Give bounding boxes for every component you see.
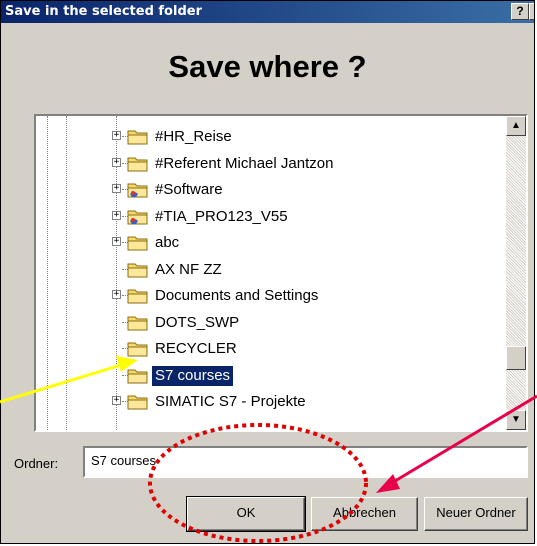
folder-icon (127, 395, 148, 410)
expand-icon[interactable]: + (112, 131, 121, 140)
tree-item-label: Documents and Settings (155, 287, 319, 304)
tree-item-label: #HR_Reise (155, 128, 232, 145)
folder-icon (127, 157, 148, 171)
tree-item[interactable]: AX NF ZZ (36, 257, 516, 283)
tree-item-label: SIMATIC S7 - Projekte (155, 393, 306, 410)
close-button[interactable]: X (529, 3, 534, 20)
folder-icon (127, 263, 148, 277)
tree-item-label: #Referent Michael Jantzon (155, 154, 334, 172)
ordner-label: Ordner: (14, 456, 59, 471)
help-button[interactable]: ? (511, 3, 529, 20)
ok-button[interactable]: OK (186, 496, 306, 532)
shared-folder-icon (127, 210, 148, 224)
expand-icon[interactable]: + (112, 290, 121, 299)
cancel-button[interactable]: Abbrechen (311, 497, 418, 531)
tree-item[interactable]: DOTS_SWP (36, 310, 516, 336)
tree-item-label: abc (155, 234, 180, 251)
arrow-up-icon: ▲ (511, 120, 521, 131)
scroll-thumb[interactable] (506, 346, 526, 370)
shared-folder-icon (127, 183, 148, 198)
tree-item[interactable]: + abc (36, 230, 516, 256)
tree-item-label: DOTS_SWP (155, 313, 240, 331)
save-dialog: Save in the selected folder ? X Save whe… (0, 0, 535, 544)
expand-icon[interactable]: + (112, 237, 121, 246)
arrow-down-icon: ▼ (511, 414, 521, 425)
folder-icon (127, 342, 148, 357)
tree-item-label: AX NF ZZ (155, 260, 222, 278)
tree-item[interactable]: + Documents and Settings (36, 283, 516, 309)
folder-icon (127, 130, 148, 145)
tree-item[interactable]: + #TIA_PRO123_V55 (36, 204, 516, 230)
scroll-down-button[interactable]: ▼ (506, 410, 526, 430)
folder-tree[interactable]: + #HR_Reise + #Referent Michael Jantzon + #So… (34, 114, 528, 432)
folder-icon (127, 289, 148, 304)
expand-icon[interactable]: + (112, 210, 121, 220)
tree-item[interactable]: + #Referent Michael Jantzon (36, 151, 516, 177)
ordner-input[interactable]: S7 courses (83, 446, 528, 478)
tree-item[interactable]: S7 courses (36, 363, 516, 389)
scroll-up-button[interactable]: ▲ (506, 116, 526, 136)
folder-icon (127, 369, 148, 383)
tree-item[interactable]: + SIMATIC S7 - Projekte (36, 389, 516, 415)
folder-icon (127, 236, 148, 251)
dialog-title: Save in the selected folder (5, 4, 202, 19)
tree-item-label: #TIA_PRO123_V55 (155, 207, 288, 225)
expand-icon[interactable]: + (112, 184, 121, 193)
tree-item[interactable]: + #Software (36, 177, 516, 203)
tree-item[interactable]: RECYCLER (36, 336, 516, 362)
vertical-scrollbar[interactable]: ▲ ▼ (506, 116, 526, 430)
dialog-heading: Save where ? (168, 49, 367, 84)
expand-icon[interactable]: + (112, 396, 121, 405)
new-folder-button[interactable]: Neuer Ordner (424, 497, 528, 531)
tree-item-label-selected: S7 courses (150, 364, 235, 387)
expand-icon[interactable]: + (112, 157, 121, 167)
folder-icon (127, 316, 148, 330)
tree-item-label: RECYCLER (155, 340, 237, 357)
tree-item[interactable]: + #HR_Reise (36, 124, 516, 150)
title-bar[interactable]: Save in the selected folder ? X (1, 1, 534, 23)
tree-item-label: #Software (155, 181, 223, 198)
